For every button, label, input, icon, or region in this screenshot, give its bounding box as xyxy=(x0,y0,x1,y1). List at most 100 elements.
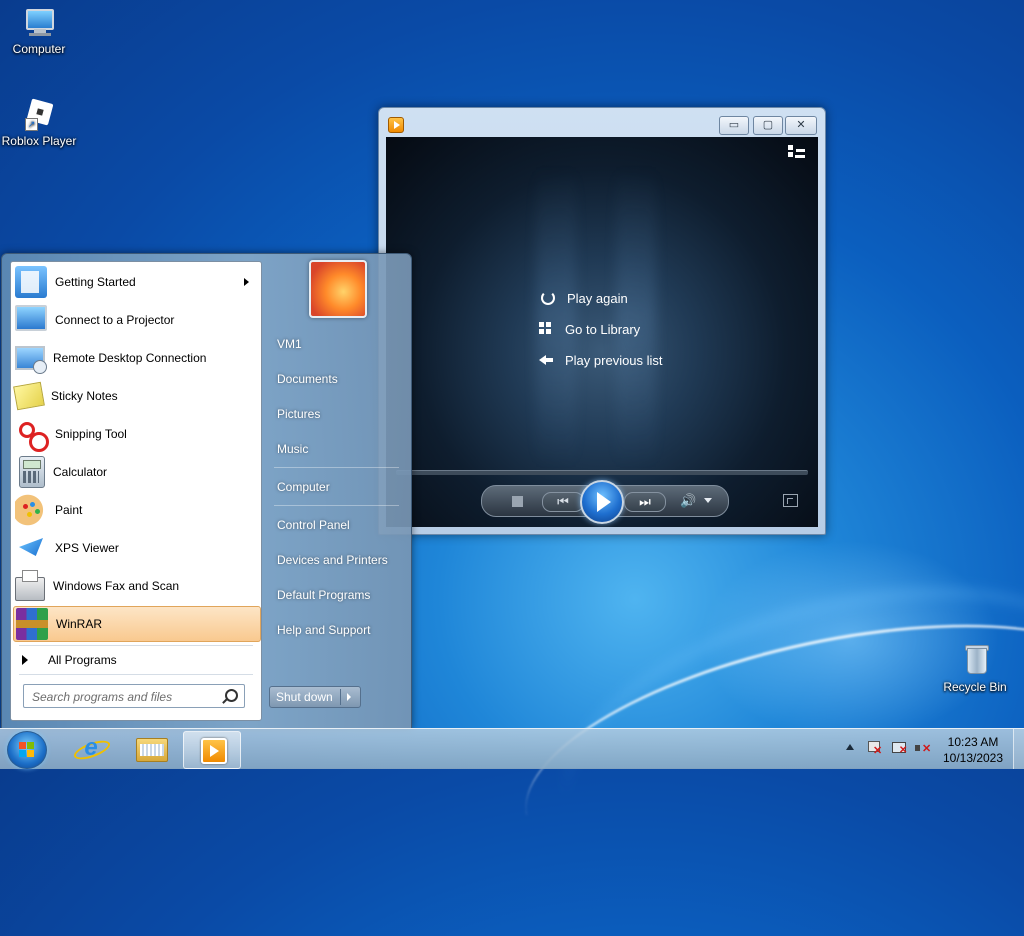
submenu-arrow-icon xyxy=(244,278,249,286)
option-label: Play again xyxy=(567,290,628,306)
system-clock[interactable]: 10:23 AM 10/13/2023 xyxy=(938,734,1008,766)
play-again-option[interactable]: Play again xyxy=(539,288,628,308)
all-programs-button[interactable]: All Programs xyxy=(13,648,259,672)
right-link-default-programs[interactable]: Default Programs xyxy=(275,584,397,606)
desktop-icon-label: Recycle Bin xyxy=(943,680,1007,694)
program-xps-viewer[interactable]: XPS Viewer xyxy=(13,530,259,566)
start-menu: Getting Started Connect to a Projector R… xyxy=(1,253,412,729)
clock-date: 10/13/2023 xyxy=(942,751,1004,765)
right-link-help-and-support[interactable]: Help and Support xyxy=(275,619,397,641)
right-link-control-panel[interactable]: Control Panel xyxy=(275,514,397,536)
minimize-button[interactable]: ▭ xyxy=(719,116,749,135)
desktop-icon-computer[interactable]: Computer xyxy=(0,6,78,56)
sticky-notes-icon xyxy=(13,381,45,411)
program-winrar[interactable]: WinRAR xyxy=(13,606,261,642)
previous-button[interactable] xyxy=(542,492,584,512)
projector-icon xyxy=(15,305,47,331)
search-input[interactable] xyxy=(30,688,224,706)
minimize-icon: ▭ xyxy=(728,119,740,131)
right-link-documents[interactable]: Documents xyxy=(275,368,397,390)
getting-started-icon xyxy=(15,266,47,298)
action-center-icon[interactable] xyxy=(866,741,882,757)
windows-logo-icon xyxy=(19,742,35,758)
xps-viewer-icon xyxy=(15,532,47,564)
option-label: Go to Library xyxy=(565,321,641,337)
program-label: Getting Started xyxy=(55,275,136,289)
play-previous-list-option[interactable]: Play previous list xyxy=(539,350,663,370)
seek-bar[interactable] xyxy=(396,470,808,475)
library-icon xyxy=(539,321,555,337)
show-hidden-icons-icon[interactable] xyxy=(846,744,854,750)
network-icon[interactable] xyxy=(891,741,907,756)
maximize-button[interactable]: ▢ xyxy=(753,116,783,135)
desktop-icon-roblox-player[interactable]: ↗ Roblox Player xyxy=(0,98,78,148)
switch-to-library-icon[interactable] xyxy=(788,145,806,159)
program-label: Paint xyxy=(55,503,83,517)
desktop-icon-label: Roblox Player xyxy=(1,134,77,148)
all-programs-label: All Programs xyxy=(48,653,117,667)
fax-icon xyxy=(15,570,45,601)
folder-icon xyxy=(136,738,168,762)
taskbar-internet-explorer[interactable]: e xyxy=(62,731,118,767)
stop-button[interactable] xyxy=(512,496,523,507)
right-link-music[interactable]: Music xyxy=(275,438,397,460)
show-desktop-button[interactable] xyxy=(1013,729,1024,769)
shutdown-options-arrow-icon[interactable] xyxy=(347,693,351,701)
switch-to-now-playing-icon[interactable] xyxy=(783,494,798,507)
program-connect-to-projector[interactable]: Connect to a Projector xyxy=(13,302,259,338)
program-remote-desktop-connection[interactable]: Remote Desktop Connection xyxy=(13,340,259,376)
media-player-video-area[interactable]: Play again Go to Library Play previous l… xyxy=(386,137,818,527)
user-avatar[interactable] xyxy=(309,260,367,318)
arrow-right-icon xyxy=(22,655,28,665)
start-button[interactable] xyxy=(7,731,47,769)
next-button[interactable] xyxy=(624,492,666,512)
right-link-user[interactable]: VM1 xyxy=(275,333,397,355)
search-box[interactable] xyxy=(23,684,245,708)
program-sticky-notes[interactable]: Sticky Notes xyxy=(13,378,259,414)
taskbar-windows-media-player[interactable] xyxy=(183,731,241,769)
media-player-app-icon xyxy=(388,117,404,133)
search-icon[interactable] xyxy=(225,689,238,702)
media-player-window[interactable]: ▭ ▢ ✕ Play again Go to Library Play prev… xyxy=(378,107,826,535)
media-player-titlebar[interactable]: ▭ ▢ ✕ xyxy=(379,108,825,136)
volume-muted-icon[interactable] xyxy=(915,741,931,755)
clock-time: 10:23 AM xyxy=(947,735,999,749)
program-paint[interactable]: Paint xyxy=(13,492,259,528)
playback-controls: 🔊 xyxy=(481,480,729,524)
close-icon: ✕ xyxy=(796,119,806,131)
program-label: Snipping Tool xyxy=(55,427,127,441)
program-label: Calculator xyxy=(53,465,108,479)
program-calculator[interactable]: Calculator xyxy=(13,454,259,490)
winrar-icon xyxy=(16,608,48,640)
taskbar-windows-explorer[interactable] xyxy=(122,731,178,767)
close-button[interactable]: ✕ xyxy=(785,116,817,135)
volume-icon[interactable]: 🔊 xyxy=(680,493,696,509)
program-label: Remote Desktop Connection xyxy=(53,351,207,365)
replay-icon xyxy=(541,291,555,305)
volume-dropdown-icon[interactable] xyxy=(704,498,712,503)
desktop-icon-label: Computer xyxy=(12,42,66,56)
recycle-bin-icon xyxy=(959,644,991,676)
light-beam xyxy=(616,167,656,467)
play-button[interactable] xyxy=(580,480,624,524)
roblox-icon: ↗ xyxy=(23,98,55,131)
right-link-devices-and-printers[interactable]: Devices and Printers xyxy=(275,549,397,571)
desktop-icon-recycle-bin[interactable]: Recycle Bin xyxy=(936,644,1014,694)
program-getting-started[interactable]: Getting Started xyxy=(13,264,259,300)
shutdown-button[interactable]: Shut down xyxy=(269,686,361,708)
paint-palette-icon xyxy=(15,494,47,526)
program-label: WinRAR xyxy=(56,617,103,631)
program-label: Windows Fax and Scan xyxy=(53,579,180,593)
divider xyxy=(19,674,253,675)
right-link-pictures[interactable]: Pictures xyxy=(275,403,397,425)
go-to-library-option[interactable]: Go to Library xyxy=(539,319,640,339)
start-menu-programs-pane: Getting Started Connect to a Projector R… xyxy=(10,261,262,721)
media-player-icon xyxy=(201,738,227,764)
program-snipping-tool[interactable]: Snipping Tool xyxy=(13,416,259,452)
program-label: XPS Viewer xyxy=(55,541,119,555)
taskbar: e 10:23 AM 10/13/2023 xyxy=(0,728,1024,769)
program-windows-fax-and-scan[interactable]: Windows Fax and Scan xyxy=(13,568,259,604)
program-label: Connect to a Projector xyxy=(55,313,175,327)
back-arrow-icon xyxy=(539,352,555,368)
right-link-computer[interactable]: Computer xyxy=(275,476,397,498)
